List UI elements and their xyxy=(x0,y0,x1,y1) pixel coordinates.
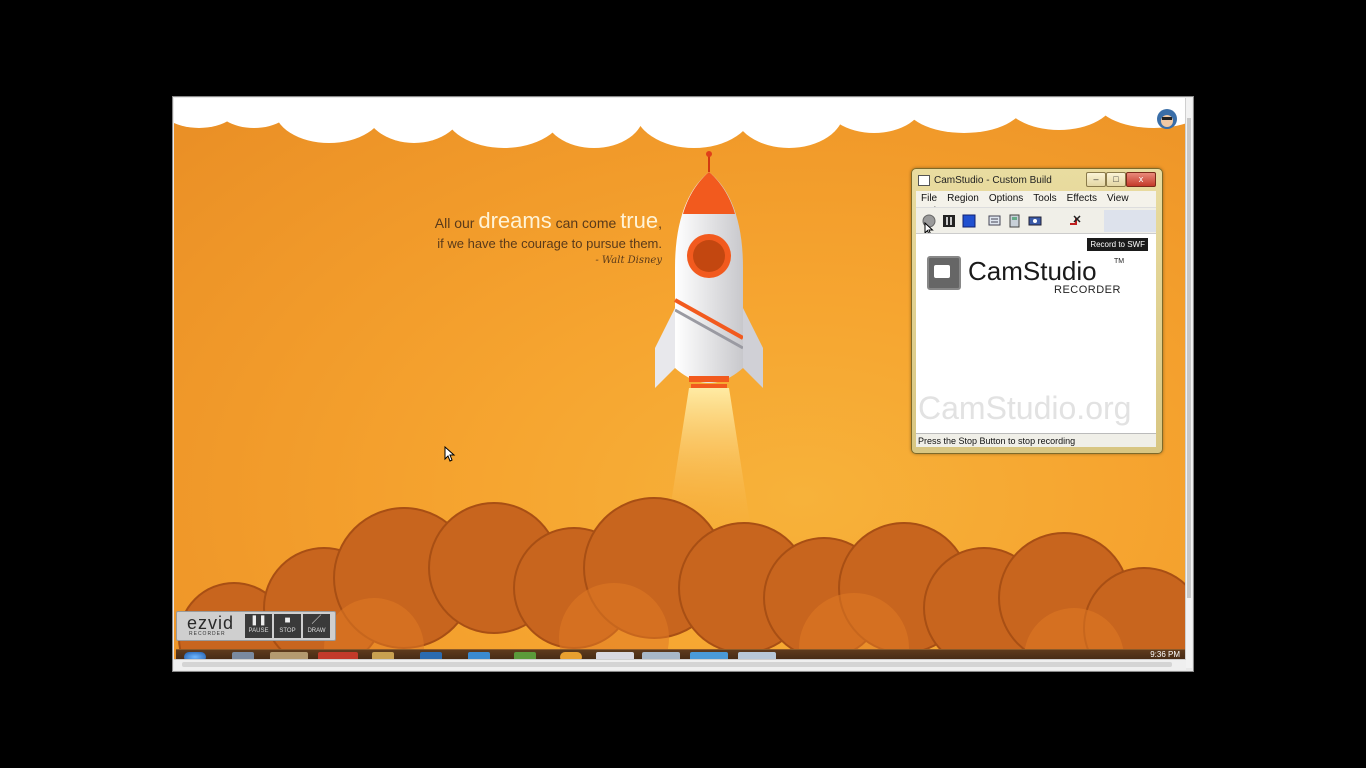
toolbar-spacer xyxy=(1104,210,1156,232)
pen-icon: ／ xyxy=(311,615,322,626)
pause-icon: ❚❚ xyxy=(250,615,267,626)
menu-tools[interactable]: Tools xyxy=(1028,191,1061,204)
menu-bar: File Region Options Tools Effects View H… xyxy=(916,191,1156,217)
wallpaper-quote: All our dreams can come true, if we have… xyxy=(432,208,662,266)
menu-file[interactable]: File xyxy=(916,191,942,204)
camstudio-window: CamStudio - Custom Build – □ x File Regi… xyxy=(911,168,1163,454)
camstudio-app-icon xyxy=(918,175,930,186)
ezvid-stop-button[interactable]: ■ STOP xyxy=(274,614,301,638)
ezvid-pause-button[interactable]: ❚❚ PAUSE xyxy=(245,614,272,638)
stop-icon: ■ xyxy=(284,615,291,626)
pause-button[interactable] xyxy=(942,214,956,228)
camstudio-client-area: Record to SWF CamStudio TM RECORDER CamS… xyxy=(916,233,1156,434)
bottom-clouds xyxy=(178,497,1186,668)
tray-clock[interactable]: 9:36 PM xyxy=(1150,650,1180,659)
window-title: CamStudio - Custom Build xyxy=(934,175,1052,186)
menu-view[interactable]: View xyxy=(1102,191,1134,204)
menu-options[interactable]: Options xyxy=(984,191,1028,204)
tooltip: Record to SWF xyxy=(1087,238,1148,251)
toolbar xyxy=(916,207,1156,236)
viewer-vertical-scrollbar[interactable] xyxy=(1185,98,1192,668)
camstudio-brand-subtitle: RECORDER xyxy=(1054,284,1121,296)
mouse-cursor-icon xyxy=(444,446,456,462)
menu-region[interactable]: Region xyxy=(942,191,984,204)
minimize-button[interactable]: – xyxy=(1086,172,1106,187)
viewer-horizontal-scrollbar[interactable] xyxy=(174,659,1186,670)
remote-screen-viewer: All our dreams can come true, if we have… xyxy=(172,96,1194,672)
stop-button[interactable] xyxy=(962,214,976,228)
status-bar: Press the Stop Button to stop recording xyxy=(916,433,1156,447)
swf-icon[interactable] xyxy=(1028,214,1042,228)
annotate-icon[interactable] xyxy=(1008,214,1022,228)
options-icon[interactable] xyxy=(988,214,1002,228)
camstudio-watermark: CamStudio.org xyxy=(918,390,1132,426)
maximize-button[interactable]: □ xyxy=(1106,172,1126,187)
desktop-wallpaper: All our dreams can come true, if we have… xyxy=(174,98,1186,668)
ezvid-draw-button[interactable]: ／ DRAW xyxy=(303,614,330,638)
camstudio-brand: CamStudio xyxy=(968,256,1097,286)
quote-author: - Walt Disney xyxy=(595,255,662,266)
user-avatar-icon xyxy=(1157,109,1177,129)
close-button[interactable]: x xyxy=(1126,172,1156,187)
camstudio-titlebar[interactable]: CamStudio - Custom Build – □ x xyxy=(916,171,1156,189)
menu-effects[interactable]: Effects xyxy=(1062,191,1102,204)
exit-icon[interactable] xyxy=(1068,214,1082,228)
camstudio-logo-icon xyxy=(927,256,961,290)
ezvid-recorder-widget: ezvid RECORDER ❚❚ PAUSE ■ STOP ／ DRAW xyxy=(176,611,336,641)
